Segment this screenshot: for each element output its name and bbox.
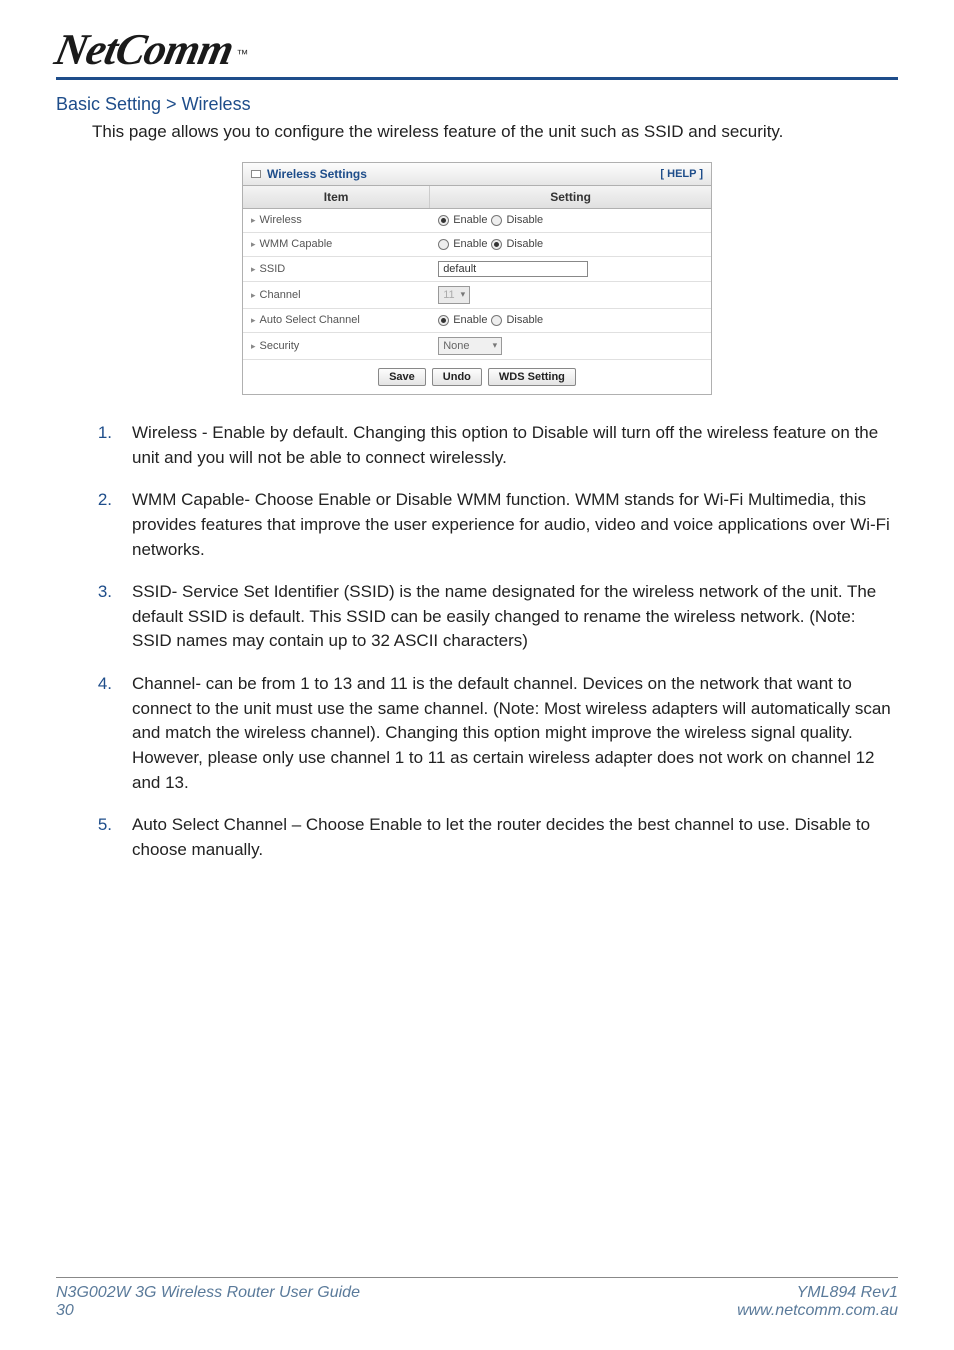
auto-disable-radio[interactable] — [491, 315, 502, 326]
ssid-input[interactable] — [438, 261, 588, 277]
col-item-header: Item — [243, 186, 430, 208]
window-icon — [251, 170, 261, 178]
list-item: 4. Channel- can be from 1 to 13 and 11 i… — [92, 672, 898, 795]
list-text: Wireless - Enable by default. Changing t… — [132, 421, 898, 470]
list-item: 2. WMM Capable- Choose Enable or Disable… — [92, 488, 898, 562]
row-setting: Enable Disable — [430, 234, 711, 254]
wireless-settings-panel: Wireless Settings [ HELP ] Item Setting … — [242, 162, 712, 395]
row-wmm: WMM Capable Enable Disable — [243, 233, 711, 257]
chevron-down-icon: ▾ — [493, 340, 498, 351]
panel-title-text: Wireless Settings — [267, 167, 367, 181]
column-headers: Item Setting — [243, 186, 711, 209]
wireless-disable-radio[interactable] — [491, 215, 502, 226]
radio-label: Enable — [453, 214, 487, 226]
list-number: 2. — [92, 488, 112, 562]
footer-right: YML894 Rev1 www.netcomm.com.au — [737, 1284, 898, 1320]
list-item: 3. SSID- Service Set Identifier (SSID) i… — [92, 580, 898, 654]
footer-doc-rev: YML894 Rev1 — [737, 1284, 898, 1302]
header-divider — [56, 77, 898, 80]
security-select[interactable]: None ▾ — [438, 337, 502, 355]
list-text: WMM Capable- Choose Enable or Disable WM… — [132, 488, 898, 562]
breadcrumb: Basic Setting > Wireless — [56, 94, 898, 115]
save-button[interactable]: Save — [378, 368, 426, 386]
row-ssid: SSID — [243, 257, 711, 282]
page-footer: N3G002W 3G Wireless Router User Guide 30… — [56, 1277, 898, 1320]
brand-logo: NetComm — [51, 24, 238, 75]
row-wireless: Wireless Enable Disable — [243, 209, 711, 233]
row-security: Security None ▾ — [243, 333, 711, 360]
radio-label: Enable — [453, 314, 487, 326]
list-number: 5. — [92, 813, 112, 862]
panel-title: Wireless Settings — [251, 167, 367, 181]
description-list: 1. Wireless - Enable by default. Changin… — [92, 421, 898, 863]
row-setting: Enable Disable — [430, 210, 711, 230]
select-value: None — [443, 340, 469, 352]
button-row: Save Undo WDS Setting — [243, 360, 711, 394]
chevron-down-icon: ▾ — [461, 289, 466, 300]
row-label: SSID — [243, 259, 430, 279]
footer-url: www.netcomm.com.au — [737, 1302, 898, 1320]
radio-label: Disable — [506, 238, 543, 250]
channel-select[interactable]: 11 ▾ — [438, 286, 470, 304]
row-channel: Channel 11 ▾ — [243, 282, 711, 309]
wmm-disable-radio[interactable] — [491, 239, 502, 250]
list-number: 1. — [92, 421, 112, 470]
row-setting: None ▾ — [430, 333, 711, 359]
trademark-symbol: ™ — [236, 47, 248, 61]
wds-setting-button[interactable]: WDS Setting — [488, 368, 576, 386]
row-setting: 11 ▾ — [430, 282, 711, 308]
row-label: WMM Capable — [243, 234, 430, 254]
radio-label: Enable — [453, 238, 487, 250]
wireless-enable-radio[interactable] — [438, 215, 449, 226]
col-setting-header: Setting — [430, 186, 711, 208]
list-text: Auto Select Channel – Choose Enable to l… — [132, 813, 898, 862]
list-number: 4. — [92, 672, 112, 795]
row-label: Wireless — [243, 210, 430, 230]
panel-header: Wireless Settings [ HELP ] — [243, 163, 711, 186]
logo-block: NetComm™ — [56, 24, 898, 80]
footer-left: N3G002W 3G Wireless Router User Guide 30 — [56, 1284, 360, 1320]
row-setting: Enable Disable — [430, 310, 711, 330]
intro-text: This page allows you to configure the wi… — [92, 121, 898, 144]
radio-label: Disable — [506, 314, 543, 326]
radio-label: Disable — [506, 214, 543, 226]
list-text: Channel- can be from 1 to 13 and 11 is t… — [132, 672, 898, 795]
select-value: 11 — [443, 289, 454, 301]
row-auto-select: Auto Select Channel Enable Disable — [243, 309, 711, 333]
auto-enable-radio[interactable] — [438, 315, 449, 326]
row-setting — [430, 257, 711, 281]
list-number: 3. — [92, 580, 112, 654]
undo-button[interactable]: Undo — [432, 368, 482, 386]
row-label: Security — [243, 336, 430, 356]
list-text: SSID- Service Set Identifier (SSID) is t… — [132, 580, 898, 654]
row-label: Auto Select Channel — [243, 310, 430, 330]
row-label: Channel — [243, 285, 430, 305]
help-link[interactable]: [ HELP ] — [660, 168, 703, 180]
page-number: 30 — [56, 1302, 360, 1320]
footer-guide-title: N3G002W 3G Wireless Router User Guide — [56, 1284, 360, 1302]
wmm-enable-radio[interactable] — [438, 239, 449, 250]
list-item: 1. Wireless - Enable by default. Changin… — [92, 421, 898, 470]
list-item: 5. Auto Select Channel – Choose Enable t… — [92, 813, 898, 862]
